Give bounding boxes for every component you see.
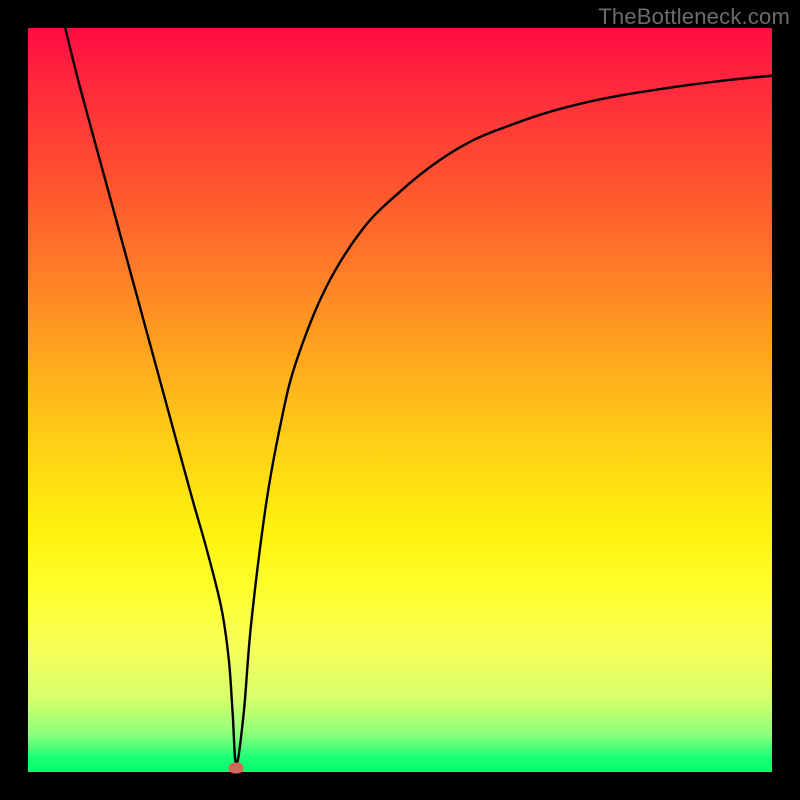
watermark-text: TheBottleneck.com xyxy=(598,4,790,30)
chart-frame: TheBottleneck.com xyxy=(0,0,800,800)
bottleneck-curve xyxy=(65,28,772,765)
min-point-marker xyxy=(229,763,244,774)
curve-svg xyxy=(28,28,772,772)
plot-area xyxy=(28,28,772,772)
